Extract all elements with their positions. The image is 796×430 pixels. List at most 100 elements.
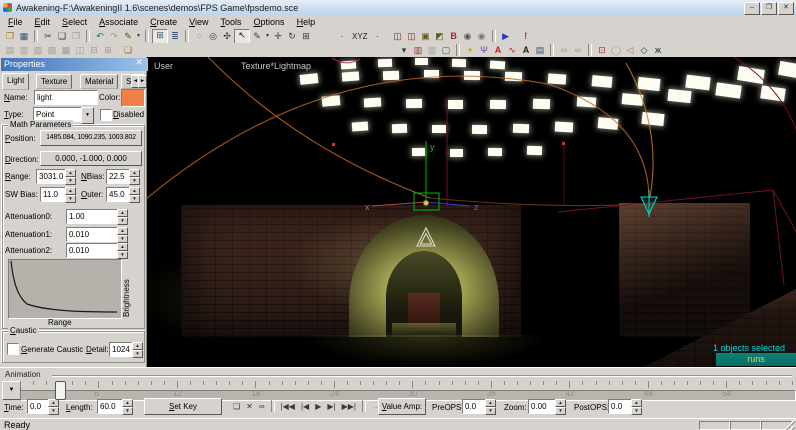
key-delete-icon[interactable]: ✕: [243, 400, 256, 413]
axis-dot-left[interactable]: ·: [335, 30, 349, 43]
image-icon[interactable]: ▤: [533, 44, 547, 57]
copy-icon[interactable]: ❑: [55, 30, 69, 43]
direction-button[interactable]: 0.000, -1.000, 0.000: [40, 151, 142, 166]
grid-snap-icon[interactable]: ⊞: [299, 30, 313, 43]
close-button[interactable]: ✕: [778, 2, 794, 15]
save-icon[interactable]: ▦: [17, 30, 31, 43]
ui-editor-icon[interactable]: ⊞: [152, 29, 168, 44]
select-tool-icon[interactable]: ↖: [234, 29, 250, 44]
lock-icon[interactable]: ▣: [419, 30, 433, 43]
actor-icon[interactable]: ж: [651, 44, 665, 57]
postops-spinner[interactable]: ▲▼: [631, 399, 642, 414]
menu-options[interactable]: Options: [248, 16, 291, 28]
panel-close-icon[interactable]: ✕: [135, 57, 143, 68]
pen-tool-icon[interactable]: ✎: [250, 30, 264, 43]
antenna-icon[interactable]: Ψ: [477, 44, 491, 57]
menu-file[interactable]: File: [2, 16, 29, 28]
sound-icon[interactable]: ◁: [623, 44, 637, 57]
axis-dot-right[interactable]: ·: [371, 30, 385, 43]
alert-icon[interactable]: !: [519, 30, 533, 43]
att0-field[interactable]: 1.00: [66, 209, 118, 224]
menu-edit[interactable]: Edit: [29, 16, 57, 28]
title-bar[interactable]: Awakening-F:\AwakeningII 1.6\scenes\demo…: [0, 0, 796, 16]
swbias-spinner[interactable]: ▲▼: [65, 187, 76, 202]
menu-help[interactable]: Help: [291, 16, 322, 28]
timeline-ruler[interactable]: 61218243036424854: [0, 381, 796, 399]
go-end-icon[interactable]: ▶▶|: [339, 400, 359, 413]
name-input[interactable]: light: [34, 90, 98, 105]
menu-associate[interactable]: Associate: [93, 16, 144, 28]
value-amp-button[interactable]: Value Amp:: [378, 398, 426, 415]
bbox2-icon[interactable]: ◫: [405, 30, 419, 43]
axis-mode-dropdown[interactable]: XYZ: [349, 32, 371, 41]
light-icon[interactable]: ✦: [463, 44, 477, 57]
trigger-icon[interactable]: ⊡: [595, 44, 609, 57]
detail-spinner[interactable]: ▲▼: [132, 342, 143, 357]
wave-icon[interactable]: ∿: [505, 44, 519, 57]
menu-tools[interactable]: Tools: [215, 16, 248, 28]
tab-material[interactable]: Material: [80, 74, 118, 89]
draw-dropdown-icon[interactable]: ▾: [135, 30, 142, 43]
unlock-icon[interactable]: ◩: [433, 30, 447, 43]
tab-light[interactable]: Light: [2, 73, 29, 90]
render-mode-label[interactable]: Texture*Lightmap: [241, 61, 311, 71]
preview-icon[interactable]: ◉: [461, 30, 475, 43]
preops-spinner[interactable]: ▲▼: [485, 399, 496, 414]
length-field[interactable]: 60.0: [97, 399, 125, 414]
open-icon[interactable]: ❐: [3, 30, 17, 43]
step-back-icon[interactable]: |◀: [298, 400, 312, 413]
runs-badge[interactable]: runs: [716, 353, 796, 366]
length-spinner[interactable]: ▲▼: [122, 399, 133, 414]
tab-texture[interactable]: Texture: [36, 74, 72, 89]
undo-icon[interactable]: ↶: [93, 30, 107, 43]
stats-icon[interactable]: ▥: [411, 44, 425, 57]
list-dropdown-icon[interactable]: ▾: [397, 44, 411, 57]
bbox-icon[interactable]: ◫: [391, 30, 405, 43]
key-loop-icon[interactable]: ∞: [256, 400, 268, 413]
disabled-checkbox[interactable]: [100, 109, 112, 121]
color-swatch[interactable]: [121, 89, 145, 107]
region-select-icon[interactable]: ◌: [192, 30, 206, 43]
play-icon[interactable]: ▶: [499, 30, 513, 43]
nbias-spinner[interactable]: ▲▼: [129, 169, 140, 184]
maximize-button[interactable]: ❒: [761, 2, 777, 15]
time-spinner[interactable]: ▲▼: [48, 399, 59, 414]
zoom-tool-icon[interactable]: ◎: [206, 30, 220, 43]
font-black-icon[interactable]: A: [519, 44, 533, 57]
zoom-field[interactable]: 0.00: [528, 399, 558, 414]
cut-icon[interactable]: ✂: [41, 30, 55, 43]
set-key-button[interactable]: Set Key: [144, 398, 222, 415]
range-field[interactable]: 3031.0: [36, 169, 67, 184]
att0-spinner[interactable]: ▲▼: [117, 209, 128, 224]
att2-spinner[interactable]: ▲▼: [117, 243, 128, 258]
zoom-spinner[interactable]: ▲▼: [555, 399, 566, 414]
draw-icon[interactable]: ✎: [121, 30, 135, 43]
key-new-icon[interactable]: ❏: [230, 400, 243, 413]
move-tool-icon[interactable]: ✛: [271, 30, 285, 43]
swbias-field[interactable]: 11.0: [40, 187, 67, 202]
play-anim-icon[interactable]: ▶: [312, 400, 324, 413]
menu-create[interactable]: Create: [144, 16, 183, 28]
outer-spinner[interactable]: ▲▼: [129, 187, 140, 202]
tab-scroll-right-icon[interactable]: ►: [138, 75, 147, 88]
script-editor-icon[interactable]: ≣: [168, 30, 182, 43]
step-forward-icon[interactable]: ▶|: [324, 400, 338, 413]
viewport-3d[interactable]: x y z User Texture*Lightmap 1 objects se…: [146, 57, 796, 367]
minimize-button[interactable]: –: [744, 2, 760, 15]
timeline-handle[interactable]: [55, 381, 66, 400]
menu-select[interactable]: Select: [56, 16, 93, 28]
generate-caustic-checkbox[interactable]: [7, 343, 19, 355]
att2-field[interactable]: 0.010: [66, 243, 118, 258]
material-icon[interactable]: B: [447, 30, 461, 43]
rotate-tool-icon[interactable]: ↻: [285, 30, 299, 43]
att1-spinner[interactable]: ▲▼: [117, 227, 128, 242]
pen-dropdown-icon[interactable]: ▾: [264, 30, 271, 43]
att1-field[interactable]: 0.010: [66, 227, 118, 242]
menu-view[interactable]: View: [183, 16, 214, 28]
range-spinner[interactable]: ▲▼: [65, 169, 76, 184]
font-red-icon[interactable]: A: [491, 44, 505, 57]
render-icon[interactable]: ◉: [475, 30, 489, 43]
properties-title[interactable]: Properties: [1, 58, 148, 71]
frame-icon[interactable]: ▢: [439, 44, 453, 57]
type-dropdown-icon[interactable]: ▼: [81, 107, 94, 124]
